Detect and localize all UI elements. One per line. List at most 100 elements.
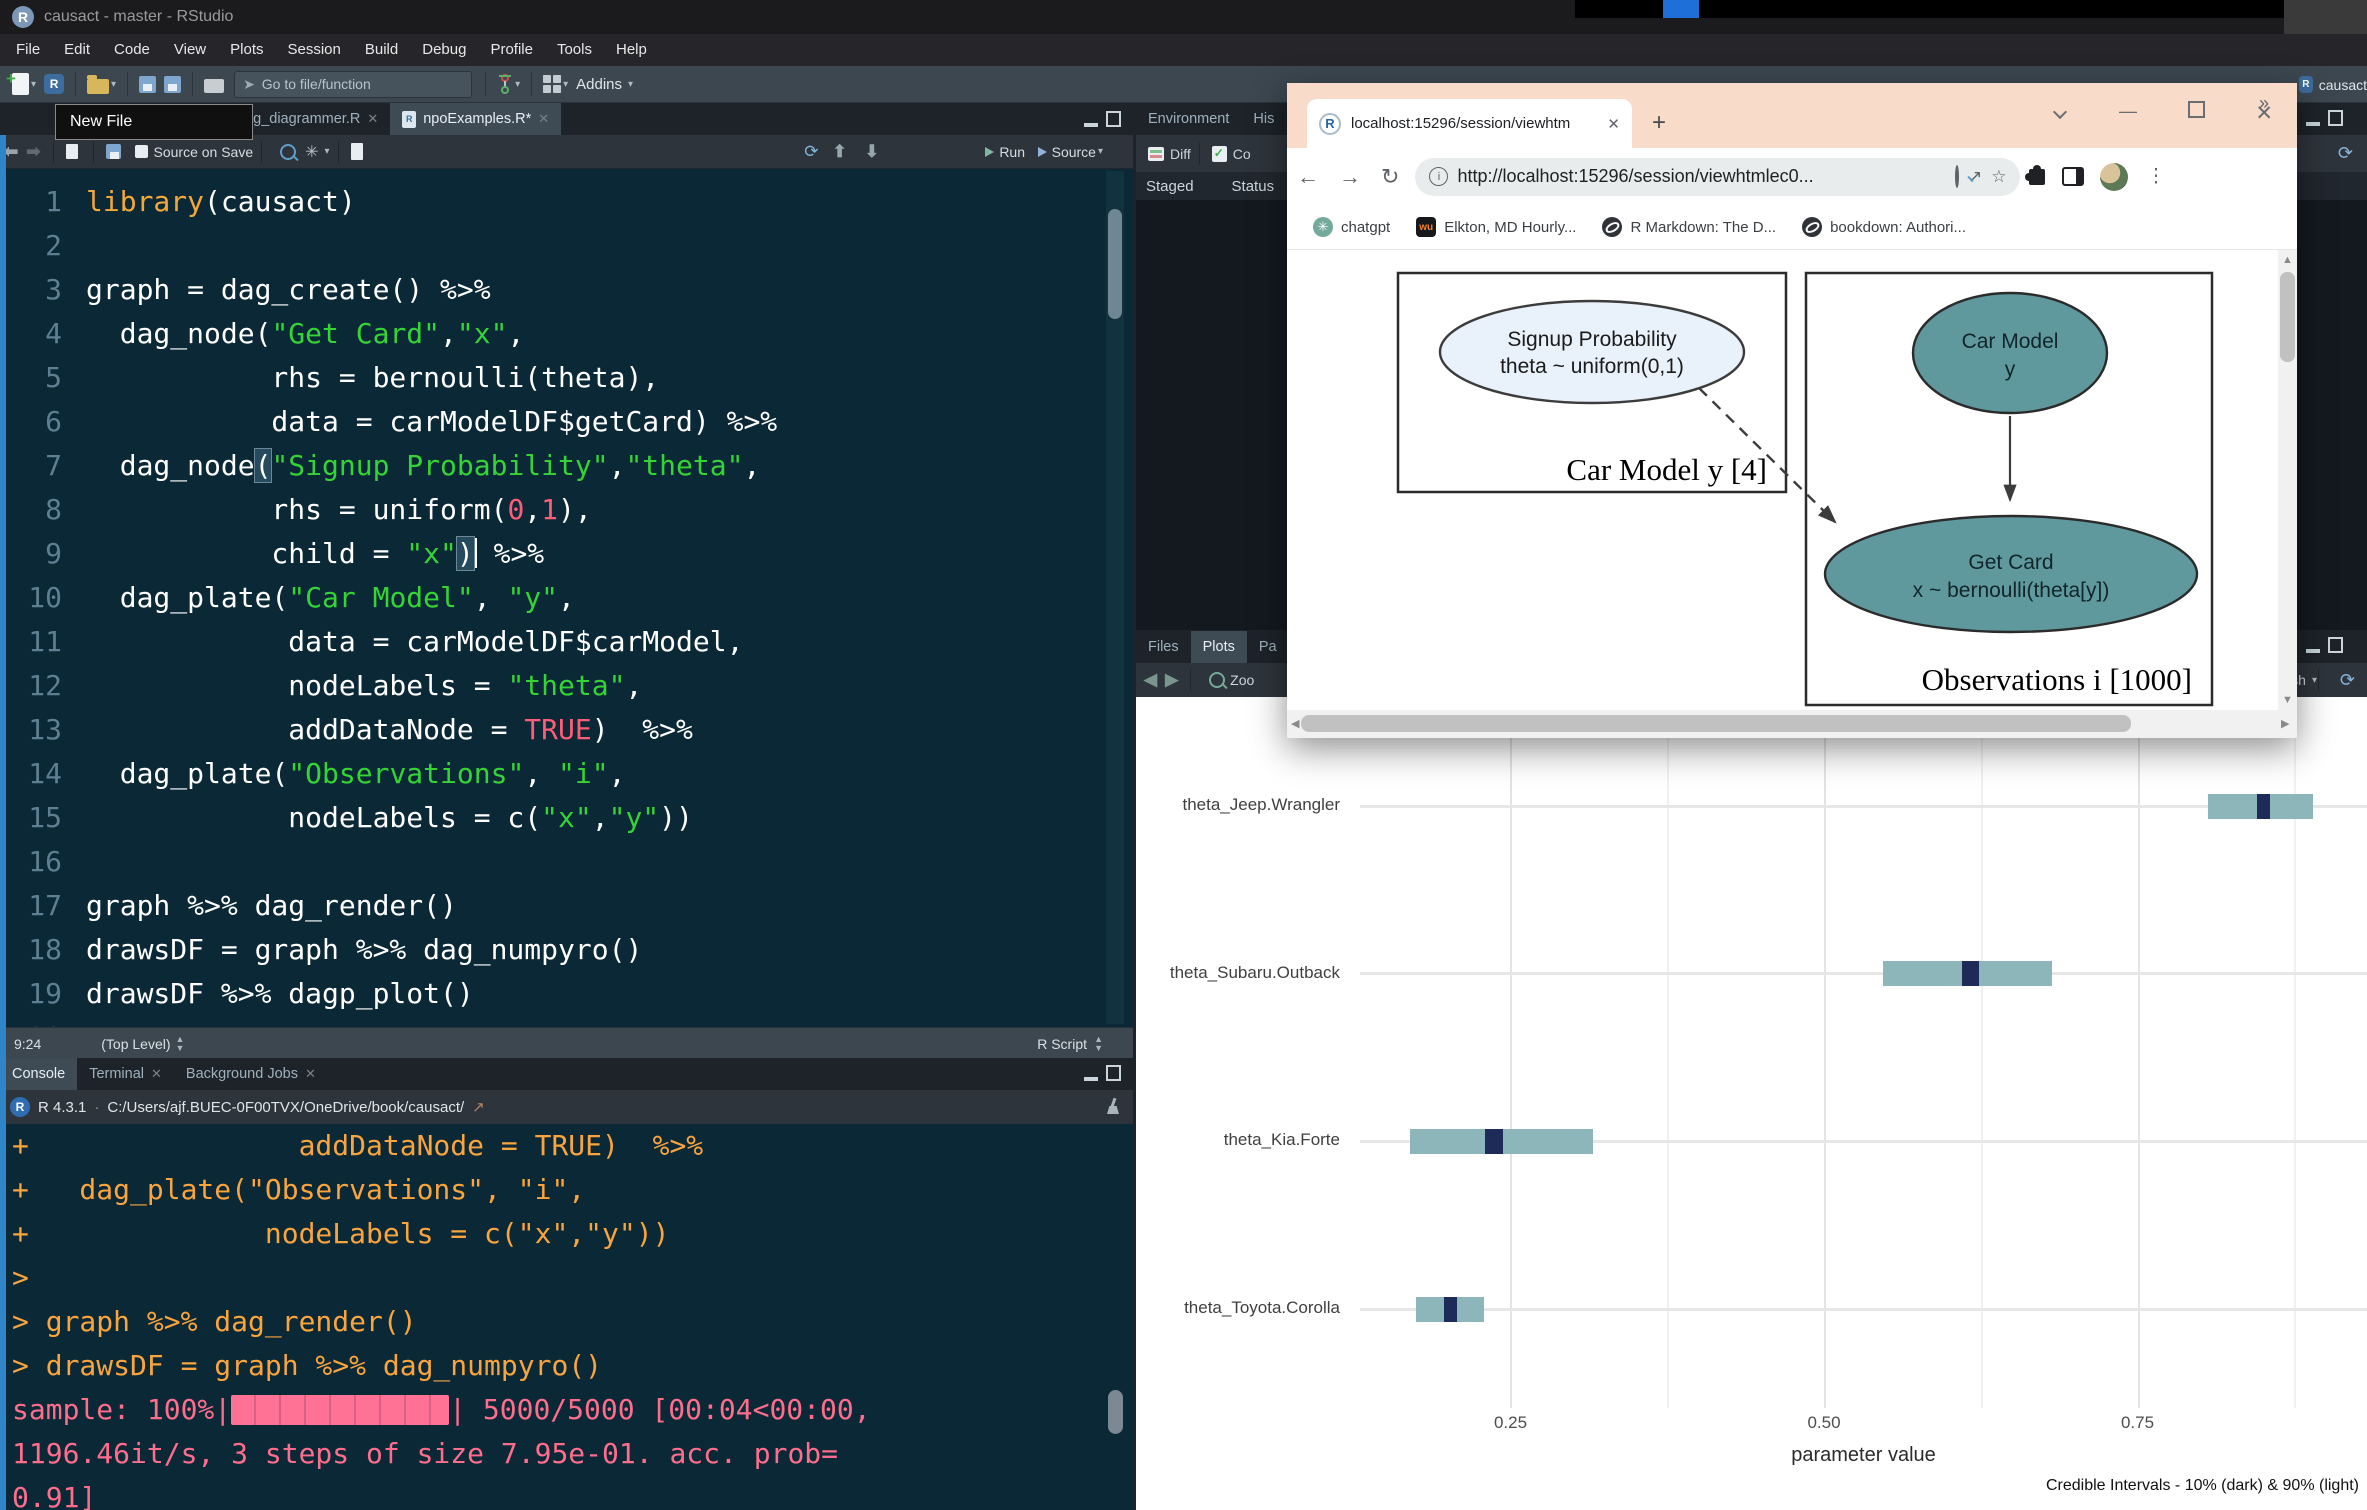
menu-view[interactable]: View — [162, 34, 218, 66]
plots-panel-buttons[interactable] — [2306, 637, 2357, 653]
code-editor[interactable]: 1library(causact)23graph = dag_create() … — [0, 168, 1133, 1027]
maximize-pane-icon[interactable] — [2328, 110, 2343, 126]
source-on-save-checkbox[interactable] — [135, 145, 148, 158]
find-icon[interactable] — [280, 144, 296, 160]
code-tools-icon[interactable]: ✳ — [305, 142, 318, 162]
pane-tab-pa[interactable]: Pa — [1247, 631, 1289, 663]
zoom-plot-icon[interactable] — [1209, 672, 1225, 688]
minimize-pane-icon[interactable] — [2306, 110, 2320, 126]
next-plot-icon[interactable]: ▶ — [1165, 670, 1178, 690]
tab-search-icon[interactable] — [2055, 101, 2065, 122]
menu-session[interactable]: Session — [276, 34, 353, 66]
new-tab-icon[interactable]: + — [1652, 109, 1666, 137]
minimize-pane-icon[interactable] — [2306, 637, 2320, 653]
extensions-icon[interactable] — [2029, 169, 2045, 185]
print-icon[interactable] — [204, 75, 224, 93]
menu-build[interactable]: Build — [353, 34, 410, 66]
goto-file-search[interactable]: ➤ Go to file/function — [234, 71, 472, 98]
browser-reload-icon[interactable]: ↻ — [1381, 164, 1399, 190]
menu-debug[interactable]: Debug — [410, 34, 478, 66]
menu-plots[interactable]: Plots — [218, 34, 275, 66]
menu-tools[interactable]: Tools — [545, 34, 604, 66]
url-text[interactable]: http://localhost:15296/session/viewhtmle… — [1457, 166, 1946, 187]
addins-menu[interactable]: Addins — [576, 76, 622, 93]
browser-back-icon[interactable]: ← — [1297, 164, 1319, 190]
save-icon[interactable] — [139, 76, 156, 93]
source-button[interactable]: Source — [1052, 144, 1096, 160]
close-tab-icon[interactable]: ✕ — [305, 1066, 316, 1082]
environment-panel-buttons[interactable] — [2306, 110, 2357, 126]
new-file-icon[interactable]: +▾ — [12, 73, 36, 95]
clear-console-icon[interactable] — [1105, 1098, 1121, 1116]
compile-report-icon[interactable] — [351, 143, 366, 160]
browser-horizontal-scrollbar[interactable]: ◀ ▶ — [1287, 710, 2297, 738]
maximize-pane-icon[interactable] — [2328, 637, 2343, 653]
console-tab-console[interactable]: Console — [0, 1058, 77, 1090]
open-file-icon[interactable]: ▾ — [87, 75, 116, 94]
refresh-icon[interactable]: ⟳ — [2338, 143, 2353, 164]
bookmarks-overflow-icon[interactable]: » — [2259, 93, 2269, 114]
minimize-pane-icon[interactable] — [1084, 111, 1098, 127]
console-tab-terminal[interactable]: Terminal✕ — [77, 1058, 174, 1090]
bookmark-2[interactable]: R Markdown: The D... — [1602, 217, 1776, 237]
version-control-icon[interactable]: ▾ — [497, 74, 520, 94]
refresh-plot-icon[interactable]: ⟳ — [2340, 670, 2355, 691]
save-all-icon[interactable] — [164, 76, 181, 93]
forward-icon[interactable]: ➡ — [26, 142, 40, 162]
address-bar[interactable]: i http://localhost:15296/session/viewhtm… — [1415, 158, 2020, 196]
editor-tab-2[interactable]: RnpoExamples.R*✕ — [390, 103, 561, 135]
maximize-pane-icon[interactable] — [1106, 111, 1121, 127]
minimize-window-icon[interactable]: — — [2119, 101, 2137, 122]
maximize-pane-icon[interactable] — [1106, 1065, 1121, 1081]
console-panel-buttons[interactable] — [1084, 1065, 1121, 1081]
pane-tab-his[interactable]: His — [1241, 103, 1286, 135]
previous-plot-icon[interactable]: ◀ — [1144, 670, 1157, 690]
menu-profile[interactable]: Profile — [478, 34, 545, 66]
zoom-plot-button[interactable]: Zoo — [1230, 672, 1254, 688]
site-info-icon[interactable]: i — [1429, 167, 1448, 186]
popout-icon[interactable] — [66, 144, 81, 159]
pane-tab-files[interactable]: Files — [1136, 631, 1191, 663]
diff-button[interactable]: Diff — [1170, 146, 1191, 162]
pane-tab-environment[interactable]: Environment — [1136, 103, 1241, 135]
console-scrollbar-thumb[interactable] — [1108, 1390, 1123, 1434]
bookmark-3[interactable]: bookdown: Authori... — [1802, 217, 1966, 237]
back-icon[interactable]: ⬅ — [4, 142, 18, 162]
editor-scrollbar[interactable] — [1106, 171, 1124, 1024]
console-output[interactable]: + addDataNode = TRUE) %>%+ dag_plate("Ob… — [0, 1124, 1133, 1510]
save-icon[interactable] — [106, 144, 121, 159]
close-tab-icon[interactable]: ✕ — [1607, 115, 1620, 133]
browser-forward-icon[interactable]: → — [1339, 164, 1361, 190]
maximize-window-icon[interactable] — [2188, 101, 2205, 123]
console-tab-background-jobs[interactable]: Background Jobs✕ — [174, 1058, 328, 1090]
side-panel-icon[interactable] — [2062, 167, 2084, 186]
bookmark-0[interactable]: ✳chatgpt — [1313, 217, 1390, 237]
pane-tab-plots[interactable]: Plots — [1191, 631, 1247, 663]
project-selector[interactable]: R causact — [2299, 66, 2367, 103]
browser-menu-icon[interactable]: ⋮ — [2146, 165, 2165, 188]
editor-panel-buttons[interactable] — [1084, 111, 1121, 127]
menu-code[interactable]: Code — [102, 34, 162, 66]
profile-avatar[interactable] — [2100, 163, 2128, 191]
menu-help[interactable]: Help — [604, 34, 659, 66]
commit-button[interactable]: Co — [1233, 146, 1251, 162]
bookmark-star-icon[interactable]: ☆ — [1991, 167, 2006, 187]
publish-dropdown-icon[interactable]: ▾ — [2312, 675, 2317, 686]
close-tab-icon[interactable]: ✕ — [151, 1066, 162, 1082]
menu-edit[interactable]: Edit — [52, 34, 102, 66]
workspace-panes-icon[interactable]: ▾ — [543, 75, 568, 93]
file-type-label[interactable]: R Script — [1037, 1036, 1087, 1052]
scope-indicator[interactable]: (Top Level) — [101, 1036, 170, 1052]
source-next-icon[interactable]: ⬇ — [865, 142, 879, 162]
close-tab-icon[interactable]: ✕ — [538, 111, 549, 127]
browser-vertical-scrollbar[interactable]: ▲ ▼ — [2278, 250, 2297, 710]
close-tab-icon[interactable]: ✕ — [367, 111, 378, 127]
open-directory-icon[interactable]: ↗ — [472, 1098, 485, 1116]
run-button[interactable]: Run — [999, 144, 1025, 160]
browser-tab[interactable]: R localhost:15296/session/viewhtm ✕ — [1307, 99, 1632, 148]
source-prev-icon[interactable]: ⬆ — [833, 142, 847, 162]
new-project-icon[interactable]: R — [44, 74, 64, 94]
menu-file[interactable]: File — [4, 34, 52, 66]
zoom-page-icon[interactable] — [1955, 167, 1959, 187]
rerun-icon[interactable]: ⟳ — [804, 142, 818, 162]
